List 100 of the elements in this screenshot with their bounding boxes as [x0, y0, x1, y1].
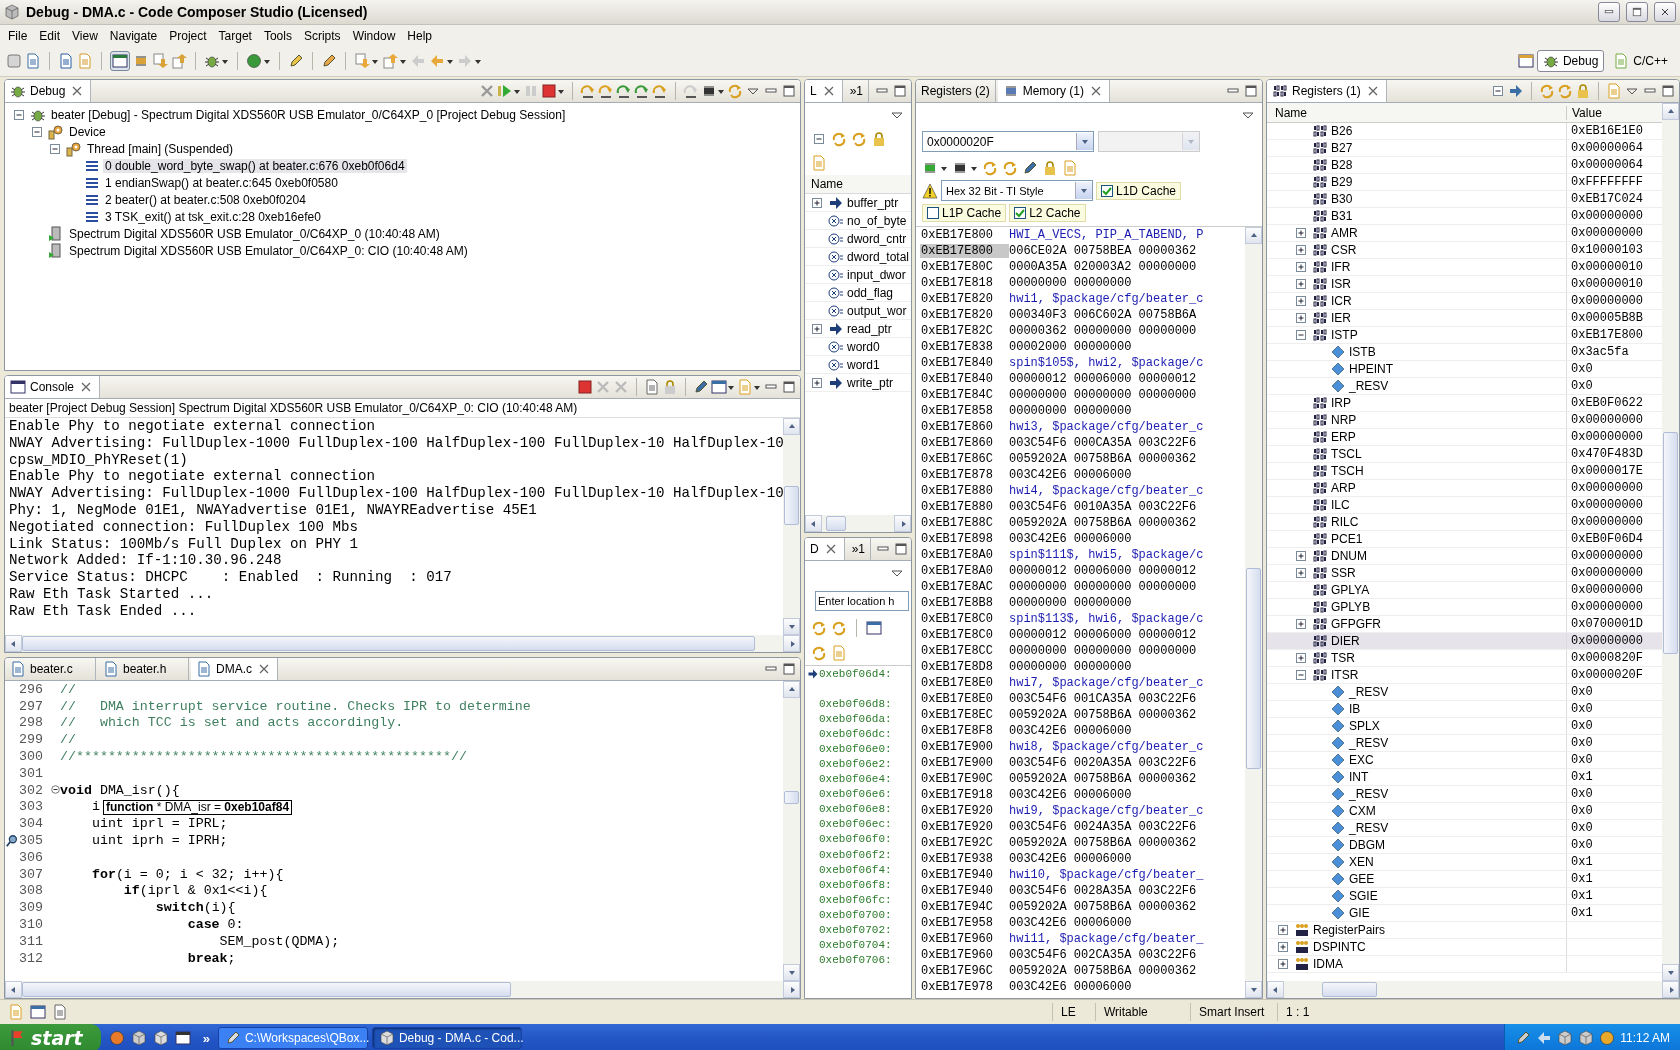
display-console-icon[interactable] — [711, 379, 727, 395]
scrollbar-thumb[interactable] — [22, 636, 755, 651]
tray-icon[interactable] — [1536, 1030, 1553, 1046]
register-row[interactable]: DBGM 0x0 — [1267, 837, 1662, 854]
memory-address[interactable]: 0xEB17E878 — [920, 468, 1009, 482]
variable-name[interactable]: odd_flag — [847, 285, 894, 300]
view-tab[interactable]: D — [805, 538, 845, 560]
memory-address[interactable]: 0xEB17E898 — [920, 532, 1009, 546]
memory-address[interactable]: 0xEB17E940 — [920, 884, 1009, 898]
scroll-lock-icon[interactable] — [662, 379, 678, 395]
refresh-all-icon[interactable] — [1557, 83, 1573, 99]
variable-name[interactable]: dword_cntr — [847, 231, 907, 246]
register-row[interactable]: B30 0xEB17C024 — [1267, 191, 1662, 208]
register-row[interactable]: DIER 0x00000000 — [1267, 633, 1662, 650]
memory-address[interactable]: 0xEB17E880 — [920, 500, 1009, 514]
step-icon[interactable] — [652, 83, 668, 99]
expand-icon[interactable] — [1293, 310, 1309, 326]
tray-icon[interactable] — [1557, 1030, 1574, 1046]
memory-address[interactable]: 0xEB17E860 — [920, 436, 1009, 450]
memory-address[interactable]: 0xEB17E940 — [920, 868, 1009, 882]
debug-tree-item[interactable]: 1 endianSwap() at beater.c:645 0xeb0f0580 — [103, 175, 340, 190]
memory-address[interactable]: 0xEB17E82C — [920, 324, 1009, 338]
taskbar-button[interactable]: C:\Workspaces\QBox... — [217, 1027, 368, 1049]
maximize-icon[interactable] — [781, 661, 797, 677]
register-row[interactable]: _RESV 0x0 — [1267, 786, 1662, 803]
chip-icon[interactable] — [701, 83, 717, 99]
register-row[interactable]: ITSR 0x0000020F — [1267, 667, 1662, 684]
register-row[interactable]: SSR 0x00000000 — [1267, 565, 1662, 582]
register-row[interactable]: ILC 0x00000000 — [1267, 497, 1662, 514]
refresh-icon[interactable] — [1539, 83, 1555, 99]
register-row[interactable]: IFR 0x00000010 — [1267, 259, 1662, 276]
debug-tree-item[interactable]: beater [Debug] - Spectrum Digital XDS560R USB Emulator_0/C64XP_0 [Project Debug Session] — [49, 107, 568, 122]
variable-name[interactable]: no_of_byte — [847, 213, 907, 228]
vertical-scrollbar[interactable] — [1662, 103, 1679, 981]
register-row[interactable]: AMR 0x00000000 — [1267, 225, 1662, 242]
expand-icon[interactable] — [1275, 956, 1291, 972]
memory-address[interactable]: 0xEB17E88C — [920, 516, 1009, 530]
register-row[interactable]: CXM 0x0 — [1267, 803, 1662, 820]
memory-address[interactable]: 0xEB17E960 — [920, 932, 1009, 946]
collapse-icon[interactable] — [1293, 327, 1309, 343]
cache-checkbox[interactable]: L1P Cache — [922, 204, 1007, 222]
column-header[interactable]: Name — [1267, 105, 1567, 120]
register-row[interactable]: B29 0xFFFFFFFF — [1267, 174, 1662, 191]
expand-icon[interactable] — [1275, 922, 1291, 938]
memory-address[interactable]: 0xEB17E8E0 — [920, 692, 1009, 706]
horizontal-scrollbar[interactable] — [5, 635, 800, 652]
open-perspective-icon[interactable] — [1517, 53, 1534, 69]
column-header[interactable]: Name — [805, 175, 911, 194]
address-combo[interactable]: 0x0000020F — [922, 131, 1094, 152]
memory-address[interactable]: 0xEB17E858 — [920, 404, 1009, 418]
assembly-step-icon[interactable] — [634, 83, 650, 99]
register-row[interactable]: B27 0x00000064 — [1267, 140, 1662, 157]
minimize-button[interactable] — [1598, 2, 1620, 22]
scrollbar-thumb[interactable] — [22, 982, 512, 997]
new-view-icon[interactable] — [8, 1004, 24, 1020]
memory-address[interactable]: 0xEB17E958 — [920, 916, 1009, 930]
terminate-icon[interactable] — [577, 379, 593, 395]
memory-address[interactable]: 0xEB17E8AC — [920, 580, 1009, 594]
console-tab[interactable]: Console — [5, 376, 101, 398]
memory-address[interactable]: 0xEB17E8EC — [920, 708, 1009, 722]
memory-address[interactable]: 0xEB17E800 — [920, 228, 1009, 242]
memory-address[interactable]: 0xEB17E8C0 — [920, 628, 1009, 642]
collapse-all-icon[interactable] — [1490, 83, 1506, 99]
register-row[interactable]: GEE 0x1 — [1267, 871, 1662, 888]
memory-address[interactable]: 0xEB17E880 — [920, 484, 1009, 498]
view-tab[interactable]: L — [805, 80, 843, 102]
scrollbar-thumb[interactable] — [1663, 432, 1678, 654]
fold-icon[interactable] — [51, 784, 60, 794]
location-field[interactable]: Enter location h — [815, 591, 909, 611]
debug-view-button[interactable] — [110, 51, 130, 71]
debug-tree-item[interactable]: Spectrum Digital XDS560R USB Emulator_0/C64XP_0 (10:40:48 AM) — [67, 226, 442, 241]
horizontal-scrollbar[interactable] — [5, 981, 800, 998]
view-tab[interactable]: »1 — [846, 538, 872, 560]
memory-address[interactable]: 0xEB17E86C — [920, 452, 1009, 466]
register-row[interactable]: ISTP 0xEB17E800 — [1267, 327, 1662, 344]
register-row[interactable]: _RESV 0x0 — [1267, 378, 1662, 395]
variable-name[interactable]: output_wor — [847, 303, 907, 318]
bug-icon[interactable] — [204, 53, 220, 69]
scrollbar-thumb[interactable] — [825, 516, 846, 531]
scrollbar-thumb[interactable] — [784, 486, 799, 525]
memory-address[interactable]: 0xEB17E80C — [920, 260, 1009, 274]
memory-address[interactable]: 0xEB17E800 — [920, 244, 1009, 258]
register-row[interactable]: GPLYA 0x00000000 — [1267, 582, 1662, 599]
cache-checkbox[interactable]: L2 Cache — [1009, 204, 1086, 222]
memory-address[interactable]: 0xEB17E920 — [920, 820, 1009, 834]
memory-address[interactable]: 0xEB17E920 — [920, 804, 1009, 818]
monitor-icon[interactable] — [174, 1030, 191, 1046]
collapse-icon[interactable] — [1293, 667, 1309, 683]
register-row[interactable]: _RESV 0x0 — [1267, 684, 1662, 701]
expand-icon[interactable] — [1293, 565, 1309, 581]
memory-address[interactable]: 0xEB17E96C — [920, 964, 1009, 978]
register-row[interactable]: CSR 0x10000103 — [1267, 242, 1662, 259]
register-group-row[interactable]: IDMA — [1267, 956, 1662, 973]
chip-icon[interactable] — [952, 160, 968, 176]
expand-icon[interactable] — [1293, 242, 1309, 258]
register-row[interactable]: IB 0x0 — [1267, 701, 1662, 718]
perspective-button[interactable]: C/C++ — [1607, 50, 1674, 72]
register-group-row[interactable]: DSPINTC — [1267, 939, 1662, 956]
documents-icon[interactable] — [58, 53, 74, 69]
variable-name[interactable]: dword_total — [847, 249, 910, 264]
